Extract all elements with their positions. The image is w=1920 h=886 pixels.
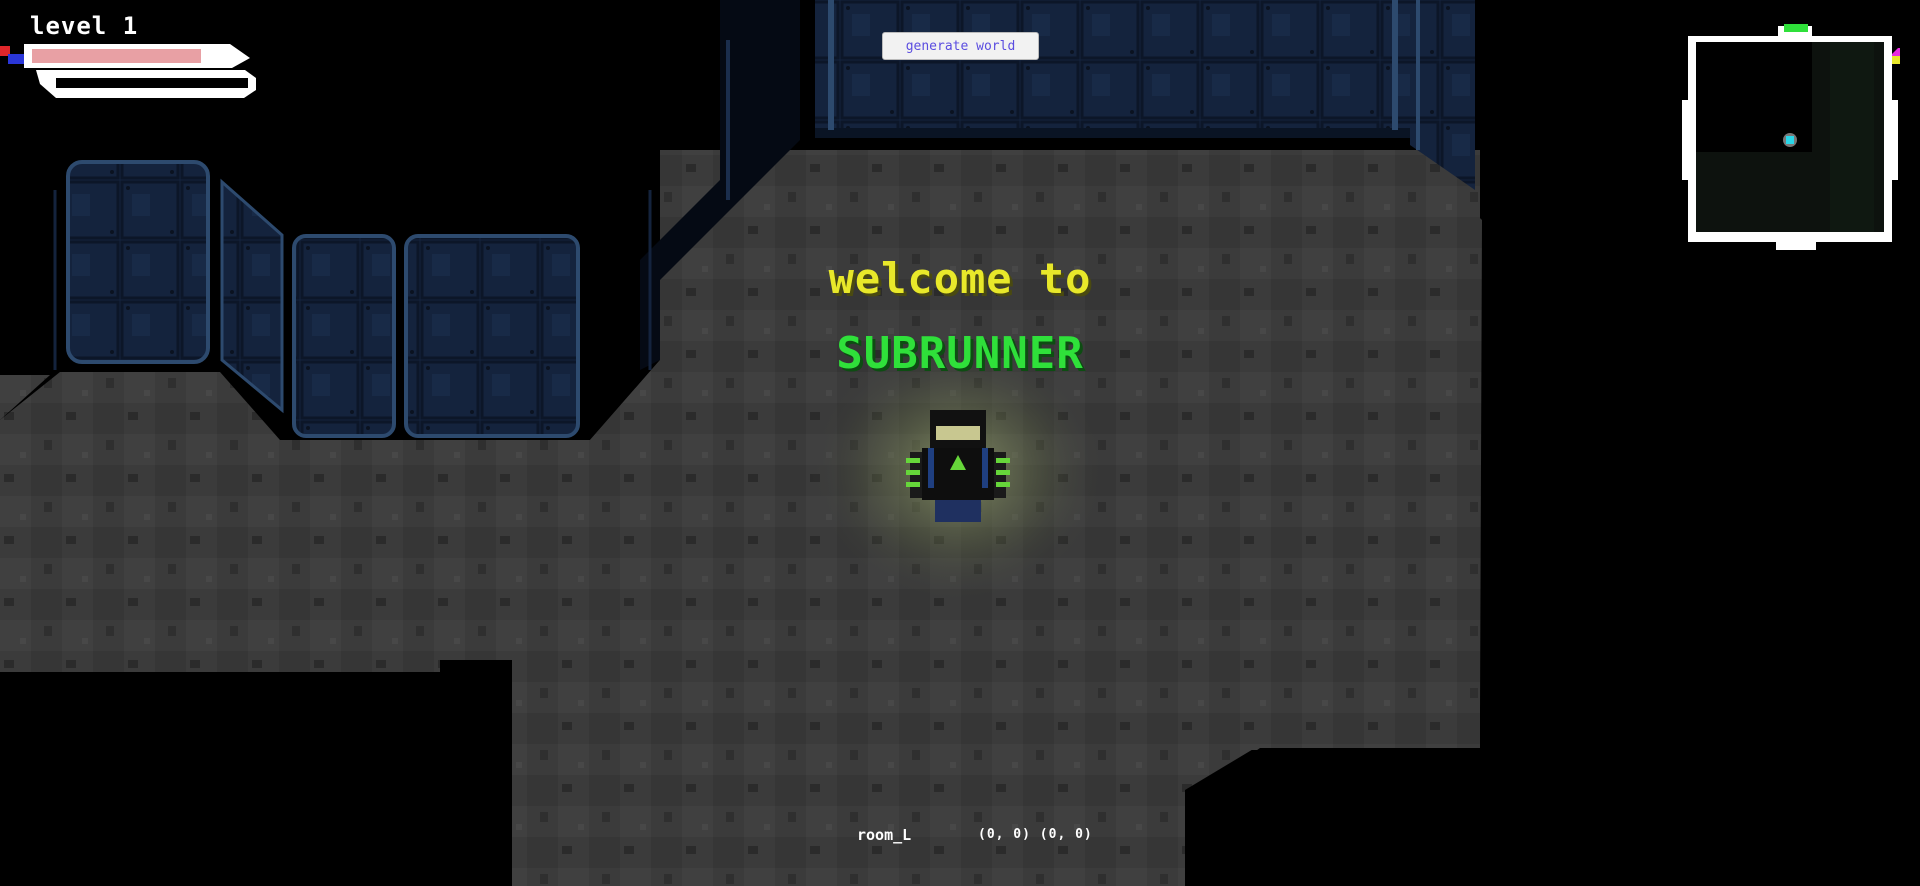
- health-bar-fill: [32, 49, 201, 63]
- welcome-heading: welcome to: [828, 254, 1092, 303]
- health-bar-flag-blue: [8, 54, 24, 64]
- floor-lower: [512, 680, 1184, 886]
- room-label: room_L: [857, 826, 912, 844]
- level-label: level 1: [30, 12, 139, 40]
- wall-left-panel-2: [220, 178, 284, 414]
- void-bottom-right: [1185, 748, 1482, 886]
- game-title: SUBRUNNER: [836, 328, 1084, 379]
- wall-left-panel-3: [292, 234, 396, 438]
- wall-left-panel-1: [66, 160, 210, 364]
- minimap: [1682, 24, 1900, 250]
- coordinates-readout: (0, 0) (0, 0): [978, 827, 1093, 842]
- game-world[interactable]: [0, 0, 1920, 886]
- wall-top: [815, 0, 1410, 135]
- wall-left-panel-4: [404, 234, 580, 438]
- generate-world-button[interactable]: generate world: [882, 32, 1039, 60]
- minimap-exit-marker: [1784, 24, 1808, 32]
- void-bottom-left: [0, 672, 512, 886]
- health-bar: [0, 44, 256, 98]
